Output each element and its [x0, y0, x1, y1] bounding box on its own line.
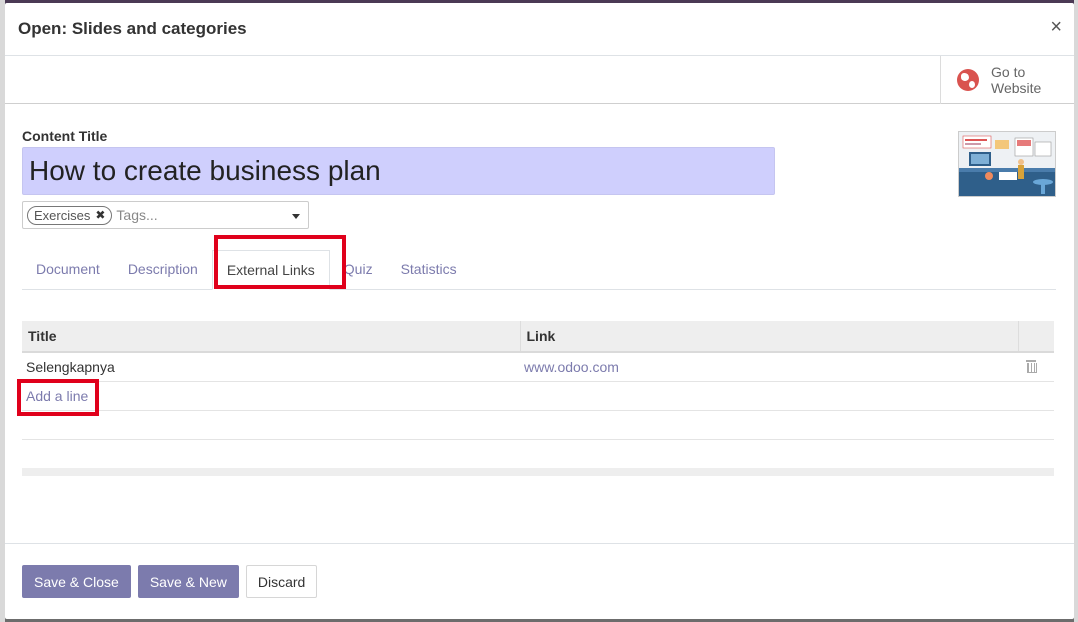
column-header-actions: [1018, 321, 1054, 353]
cell-title[interactable]: Selengkapnya: [22, 352, 520, 382]
tag-label: Exercises: [34, 207, 91, 223]
table-footer: [22, 467, 1054, 476]
thumbnail-illustration: [959, 132, 1055, 196]
background-page-right: [1074, 0, 1078, 622]
save-new-button[interactable]: Save & New: [137, 565, 239, 598]
content-title-label: Content Title: [22, 128, 108, 144]
notebook-tabs: Document Description External Links Quiz…: [22, 235, 1056, 290]
button-box: Go to Website: [5, 56, 1074, 104]
column-header-title[interactable]: Title: [22, 321, 521, 353]
trash-icon[interactable]: [1026, 359, 1037, 373]
form-sheet: Content Title How to create business pla…: [17, 128, 1056, 476]
save-close-button[interactable]: Save & Close: [22, 565, 131, 598]
modal-title: Open: Slides and categories: [18, 19, 247, 38]
modal-dialog: Open: Slides and categories × Go to Webs…: [5, 3, 1074, 619]
content-title-input[interactable]: How to create business plan: [22, 147, 775, 195]
tab-external-links[interactable]: External Links: [211, 250, 330, 290]
remove-tag-icon[interactable]: ✖: [95, 208, 105, 222]
external-links-table: Title Link Selengkapnya www.odoo.com Add…: [17, 321, 1056, 476]
tab-description[interactable]: Description: [114, 249, 212, 289]
tags-placeholder: Tags...: [116, 207, 158, 223]
empty-row: [22, 410, 1054, 440]
tab-document[interactable]: Document: [22, 249, 114, 289]
tag-badge: Exercises ✖: [27, 205, 113, 225]
chevron-down-icon[interactable]: [292, 214, 300, 219]
tab-statistics[interactable]: Statistics: [387, 249, 471, 289]
cell-actions: [1018, 352, 1054, 382]
modal-header: Open: Slides and categories ×: [5, 3, 1074, 56]
cell-link[interactable]: www.odoo.com: [520, 352, 1018, 382]
tab-quiz[interactable]: Quiz: [330, 249, 387, 289]
slide-thumbnail[interactable]: [958, 131, 1056, 197]
go-to-website-label: Go to Website: [991, 64, 1042, 96]
add-a-line-link[interactable]: Add a line: [26, 388, 88, 404]
modal-footer: Save & Close Save & New Discard: [5, 543, 1074, 619]
add-line-row: Add a line: [22, 381, 1054, 411]
tags-field[interactable]: Exercises ✖ Tags...: [22, 201, 309, 229]
discard-button[interactable]: Discard: [245, 565, 318, 598]
globe-icon: [957, 69, 979, 91]
table-row[interactable]: Selengkapnya www.odoo.com: [22, 352, 1054, 382]
close-icon[interactable]: ×: [1050, 17, 1062, 37]
column-header-link[interactable]: Link: [520, 321, 1019, 353]
table-header-row: Title Link: [22, 321, 1054, 353]
go-to-website-button[interactable]: Go to Website: [940, 56, 1074, 104]
